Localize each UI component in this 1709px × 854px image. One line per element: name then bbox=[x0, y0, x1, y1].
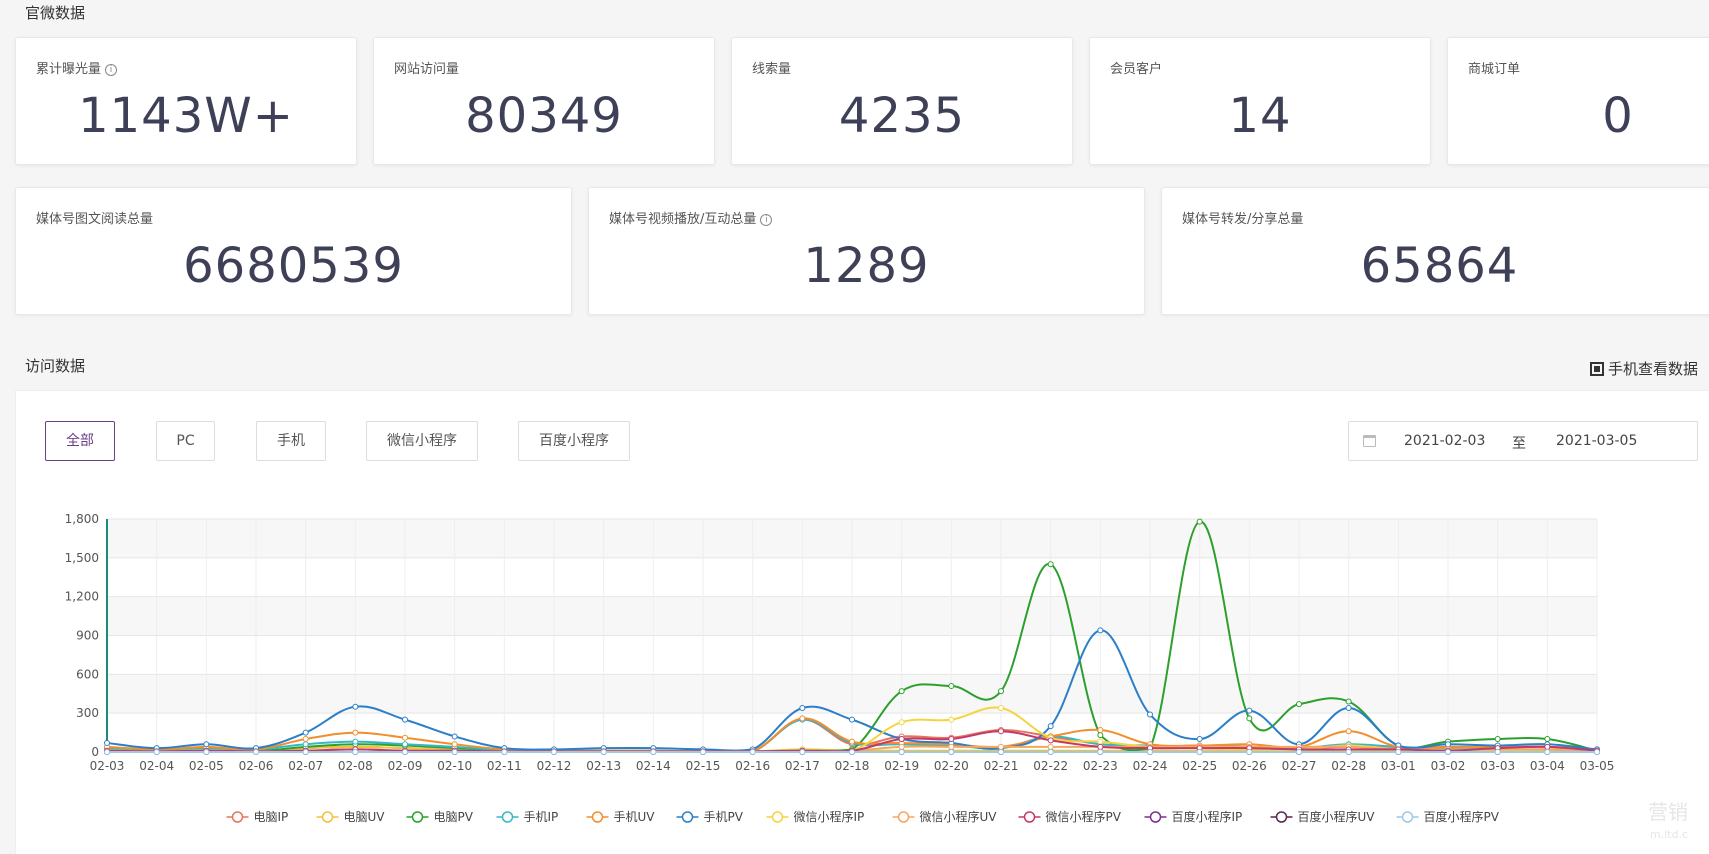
tab-all[interactable]: 全部 bbox=[45, 421, 115, 461]
stat-label-text: 媒体号视频播放/互动总量 bbox=[609, 212, 757, 227]
date-separator: 至 bbox=[1512, 436, 1526, 452]
stat-label: 媒体号图文阅读总量 bbox=[36, 208, 153, 227]
visits-panel: 全部 PC 手机 微信小程序 百度小程序 2021-02-03 至 2021-0… bbox=[15, 390, 1709, 854]
stat-label: 线索量 bbox=[752, 58, 791, 77]
qr-code-icon bbox=[1590, 362, 1604, 376]
watermark-small: m.ltd.c bbox=[1650, 828, 1689, 841]
stat2-card-0: 媒体号图文阅读总量 6680539 bbox=[15, 187, 572, 315]
tab-baidu-miniprogram[interactable]: 百度小程序 bbox=[518, 421, 630, 461]
tab-pc[interactable]: PC bbox=[156, 421, 215, 461]
stat-value: 65864 bbox=[1360, 238, 1519, 294]
stat-label: 商城订单 bbox=[1468, 58, 1520, 77]
stat-label-text: 累计曝光量 bbox=[36, 62, 102, 77]
stat1-card-1: 网站访问量 80349 bbox=[373, 37, 715, 165]
stat-label: 媒体号转发/分享总量 bbox=[1182, 208, 1303, 227]
stat-label: 会员客户 bbox=[1110, 58, 1162, 77]
stat1-card-4: 商城订单 0 bbox=[1447, 37, 1709, 165]
stat-label-text: 线索量 bbox=[752, 62, 792, 77]
mobile-view-label: 手机查看数据 bbox=[1608, 360, 1699, 378]
stat1-card-0: 累计曝光量 i 1143W+ bbox=[15, 37, 357, 165]
stat-value: 1289 bbox=[803, 238, 930, 294]
tab-mobile[interactable]: 手机 bbox=[256, 421, 326, 461]
watermark: 营销 bbox=[1648, 800, 1688, 824]
stat-value: 4235 bbox=[838, 88, 966, 144]
calendar-icon bbox=[1363, 435, 1376, 447]
stat-value: 0 bbox=[1602, 88, 1634, 144]
stat-label-text: 媒体号图文阅读总量 bbox=[36, 212, 154, 227]
section-title-visits: 访问数据 bbox=[25, 357, 86, 375]
stat-label: 媒体号视频播放/互动总量 i bbox=[609, 208, 773, 227]
stat-value: 14 bbox=[1228, 88, 1292, 144]
date-end[interactable]: 2021-03-05 bbox=[1556, 433, 1637, 449]
stat1-card-3: 会员客户 14 bbox=[1089, 37, 1431, 165]
date-start[interactable]: 2021-02-03 bbox=[1404, 433, 1485, 449]
date-range-picker[interactable]: 2021-02-03 至 2021-03-05 bbox=[1348, 421, 1698, 461]
stat-value: 1143W+ bbox=[78, 88, 294, 144]
stat2-card-1: 媒体号视频播放/互动总量 i 1289 bbox=[588, 187, 1145, 315]
info-icon[interactable]: i bbox=[760, 214, 773, 226]
mobile-view-link[interactable]: 手机查看数据 bbox=[1590, 358, 1698, 379]
stat-label-text: 网站访问量 bbox=[394, 62, 460, 77]
stat-label-text: 会员客户 bbox=[1110, 62, 1163, 77]
stat-value: 6680539 bbox=[183, 238, 404, 294]
stat1-card-2: 线索量 4235 bbox=[731, 37, 1073, 165]
stat-label-text: 媒体号转发/分享总量 bbox=[1182, 212, 1304, 227]
stat2-card-2: 媒体号转发/分享总量 65864 bbox=[1161, 187, 1709, 315]
stat-label-text: 商城订单 bbox=[1468, 62, 1521, 77]
stat-label: 网站访问量 bbox=[394, 58, 459, 77]
info-icon[interactable]: i bbox=[105, 64, 118, 76]
stat-value: 80349 bbox=[465, 88, 623, 144]
section-title-official: 官微数据 bbox=[25, 4, 86, 22]
stat-label: 累计曝光量 i bbox=[36, 58, 118, 77]
tab-wechat-miniprogram[interactable]: 微信小程序 bbox=[366, 421, 478, 461]
